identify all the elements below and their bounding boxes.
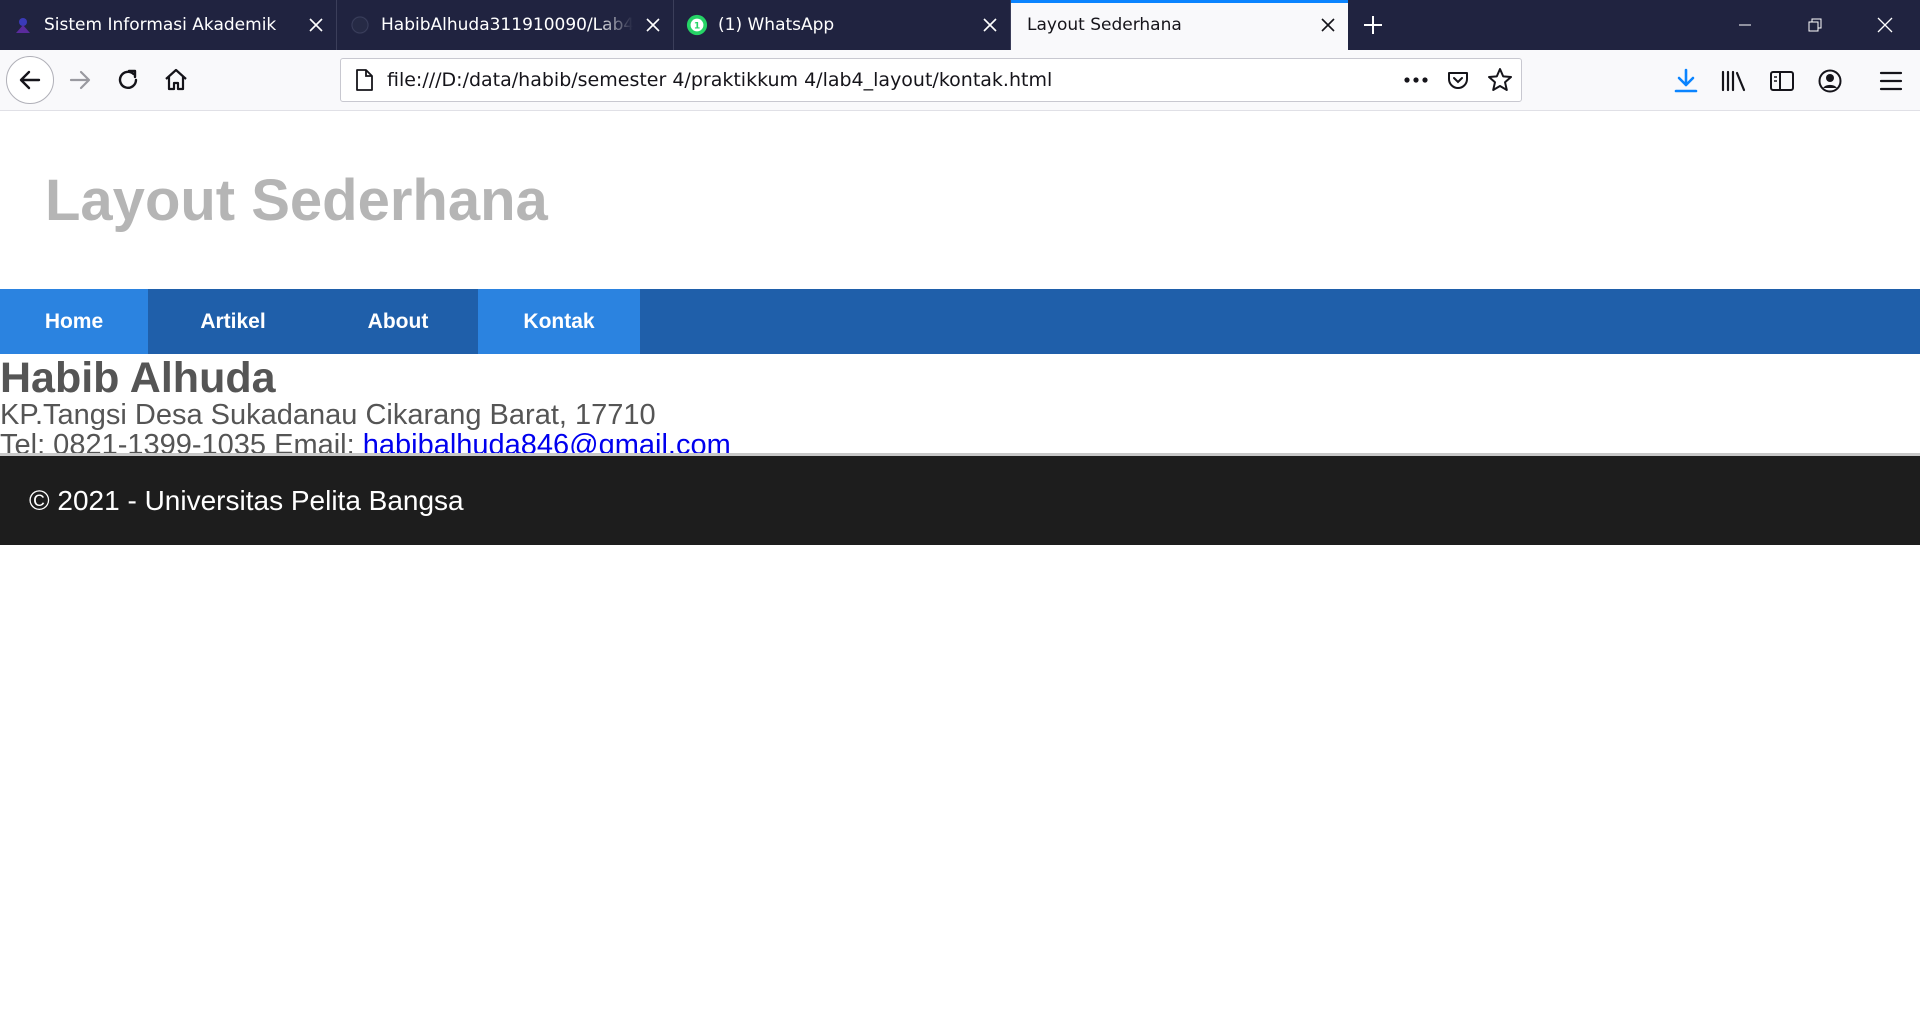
minimize-button[interactable]: [1710, 0, 1780, 50]
more-dots-icon: [1404, 77, 1428, 83]
page-icon: [341, 59, 387, 101]
minimize-icon: [1739, 24, 1751, 26]
new-tab-button[interactable]: [1348, 0, 1398, 50]
tab-sistem-informasi[interactable]: Sistem Informasi Akademik: [0, 0, 337, 50]
tab-github[interactable]: HabibAlhuda311910090/Lab4W: [337, 0, 674, 50]
whatsapp-icon: 1: [686, 14, 708, 36]
close-tab-icon[interactable]: [970, 0, 1010, 50]
nav-about[interactable]: About: [318, 289, 478, 354]
tab-layout-sederhana[interactable]: Layout Sederhana: [1011, 0, 1348, 50]
home-button[interactable]: [152, 56, 200, 104]
window-controls: [1710, 0, 1920, 50]
tab-strip: Sistem Informasi Akademik HabibAlhuda311…: [0, 0, 1920, 50]
nav-kontak[interactable]: Kontak: [478, 289, 640, 354]
page-actions-button[interactable]: [1395, 59, 1437, 101]
forward-button[interactable]: [56, 56, 104, 104]
contact-address: KP.Tangsi Desa Sukadanau Cikarang Barat,…: [0, 399, 656, 431]
star-icon: [1488, 68, 1512, 91]
tab-title: Layout Sederhana: [1027, 15, 1182, 35]
contact-name: Habib Alhuda: [0, 354, 276, 402]
contact-section: Habib Alhuda KP.Tangsi Desa Sukadanau Ci…: [0, 354, 1920, 460]
github-icon: [349, 14, 371, 36]
bookmark-star-button[interactable]: [1479, 59, 1521, 101]
close-tab-icon[interactable]: [633, 0, 673, 50]
account-button[interactable]: [1811, 62, 1849, 100]
menu-button[interactable]: [1872, 62, 1910, 100]
reload-icon: [118, 69, 138, 89]
restore-button[interactable]: [1780, 0, 1850, 50]
tab-title: HabibAlhuda311910090/Lab4W: [381, 15, 633, 35]
web-page: Layout Sederhana Home Artikel About Kont…: [0, 111, 1920, 545]
download-icon: [1674, 68, 1698, 93]
pocket-icon: [1448, 72, 1468, 89]
downloads-button[interactable]: [1667, 62, 1705, 100]
nav-artikel[interactable]: Artikel: [148, 289, 318, 354]
site-footer: © 2021 - Universitas Pelita Bangsa: [0, 453, 1920, 545]
sidebar-icon: [1770, 71, 1794, 91]
arrow-right-icon: [69, 70, 91, 90]
sidebar-button[interactable]: [1763, 62, 1801, 100]
reload-button[interactable]: [104, 56, 152, 104]
site-nav: Home Artikel About Kontak: [0, 289, 1920, 354]
site-header: Layout Sederhana: [0, 111, 1920, 289]
tab-title: Sistem Informasi Akademik: [44, 15, 277, 35]
url-input[interactable]: file:///D:/data/habib/semester 4/praktik…: [387, 69, 1395, 91]
navigation-toolbar: file:///D:/data/habib/semester 4/praktik…: [0, 50, 1920, 111]
library-icon: [1721, 70, 1746, 92]
address-bar[interactable]: file:///D:/data/habib/semester 4/praktik…: [340, 58, 1522, 102]
library-button[interactable]: [1715, 62, 1753, 100]
plus-icon: [1364, 16, 1382, 34]
close-icon: [1877, 17, 1893, 33]
arrow-left-icon: [19, 70, 41, 90]
restore-icon: [1808, 18, 1822, 32]
close-tab-icon[interactable]: [1308, 0, 1348, 50]
account-icon: [1818, 69, 1842, 93]
pocket-button[interactable]: [1437, 59, 1479, 101]
home-icon: [165, 68, 187, 91]
close-tab-icon[interactable]: [296, 0, 336, 50]
svg-text:1: 1: [694, 21, 700, 32]
university-logo-icon: [12, 14, 34, 36]
back-button[interactable]: [6, 56, 54, 104]
close-window-button[interactable]: [1850, 0, 1920, 50]
footer-copyright: © 2021 - Universitas Pelita Bangsa: [29, 484, 464, 516]
nav-home[interactable]: Home: [0, 289, 148, 354]
hamburger-menu-icon: [1879, 71, 1903, 91]
site-title: Layout Sederhana: [45, 168, 548, 233]
tab-title: (1) WhatsApp: [718, 15, 835, 35]
tab-whatsapp[interactable]: 1 (1) WhatsApp: [674, 0, 1011, 50]
